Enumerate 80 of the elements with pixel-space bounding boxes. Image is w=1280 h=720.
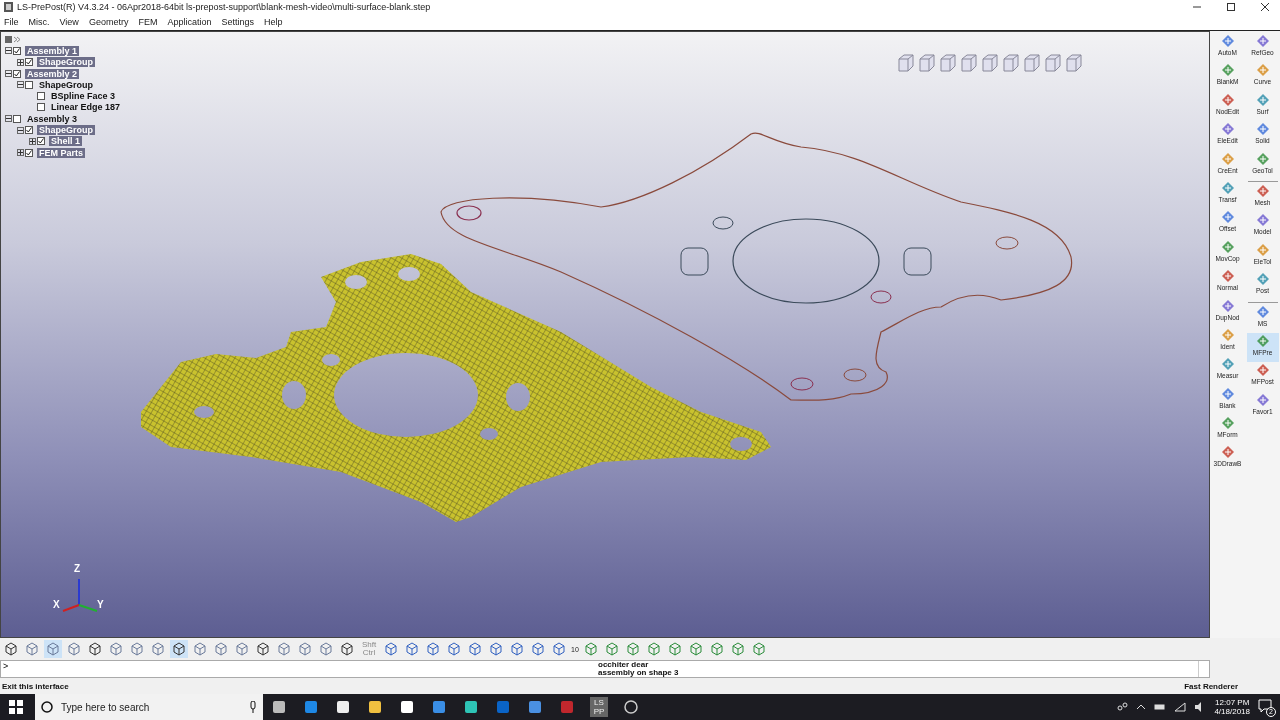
tree-item-label[interactable]: BSpline Face 3: [49, 91, 118, 102]
view-cube-icon[interactable]: [1002, 54, 1020, 72]
view-cube-icon[interactable]: [897, 54, 915, 72]
menu-item[interactable]: Settings: [221, 17, 254, 27]
toolbar-button[interactable]: [466, 640, 484, 658]
tree-checkbox[interactable]: [37, 103, 45, 112]
tree-item-label[interactable]: Shell 1: [49, 136, 82, 147]
menu-item[interactable]: View: [59, 17, 79, 27]
collapse-toggle[interactable]: [5, 70, 12, 78]
search-icon: [41, 701, 53, 713]
tree-item-label[interactable]: Assembly 3: [25, 113, 80, 124]
status-message: Exit this interface: [2, 681, 69, 691]
tree-item-label[interactable]: Assembly 1: [25, 45, 80, 56]
toolbar-button[interactable]: [382, 640, 400, 658]
tree-checkbox[interactable]: [13, 69, 21, 78]
menu-item[interactable]: Application: [167, 17, 212, 27]
toolbar-button[interactable]: [254, 640, 272, 658]
axis-label: X: [53, 599, 60, 610]
menu-item[interactable]: FEM: [138, 17, 158, 27]
toolbar-button[interactable]: [487, 640, 505, 658]
menu-item[interactable]: Geometry: [88, 17, 129, 27]
view-cube-icon[interactable]: [1044, 54, 1062, 72]
toolbar-button[interactable]: [170, 640, 188, 658]
toolbar-button[interactable]: [86, 640, 104, 658]
toolbar-button[interactable]: [424, 640, 442, 658]
tree-item-label[interactable]: ShapeGroup: [37, 125, 95, 135]
tree-checkbox[interactable]: [37, 137, 45, 146]
expand-toggle[interactable]: [17, 58, 24, 66]
toolbar-button[interactable]: [508, 640, 526, 658]
menu-item[interactable]: Misc.: [28, 17, 50, 27]
menu-item[interactable]: File: [4, 17, 19, 27]
axis-label: Y: [97, 599, 104, 610]
collapse-toggle[interactable]: [17, 126, 24, 134]
clock[interactable]: 12:07 PM 4/18/2018: [1214, 698, 1250, 716]
microphone-icon[interactable]: [249, 701, 257, 713]
app-icon: [4, 2, 13, 12]
search-field[interactable]: Type here to search: [35, 694, 263, 720]
window-title: LS-PrePost(R) V4.3.24 - 06Apr2018-64bit ls-prepost-support\blank-mesh-video\multi-surface-blank.step: [17, 2, 432, 12]
toolbar-button[interactable]: [550, 640, 568, 658]
windows-icon: [9, 700, 23, 714]
chevron-up-icon[interactable]: [1136, 703, 1147, 711]
view-cube-icon[interactable]: [918, 54, 936, 72]
toolbar-button[interactable]: [529, 640, 547, 658]
tree-item-label[interactable]: Linear Edge 187: [49, 102, 123, 113]
view-cube-icon[interactable]: [939, 54, 957, 72]
tree-checkbox[interactable]: [13, 114, 21, 123]
expand-toggle[interactable]: [17, 149, 24, 157]
tree-item-label[interactable]: Assembly 2: [25, 68, 80, 79]
panel-icon[interactable]: [5, 36, 12, 44]
battery-icon[interactable]: [1154, 703, 1167, 711]
tree-checkbox[interactable]: [13, 46, 21, 55]
tree-item-label[interactable]: FEM Parts: [37, 147, 85, 158]
tree-item-label[interactable]: ShapeGroup: [37, 79, 95, 90]
tree-checkbox[interactable]: [25, 80, 33, 89]
close-icon: [1261, 3, 1269, 11]
toolbar-button[interactable]: [403, 640, 421, 658]
collapse-toggle[interactable]: [5, 115, 12, 123]
collapse-toggle[interactable]: [17, 81, 24, 89]
taskbar-app-button[interactable]: LS PP: [583, 694, 615, 720]
tree-checkbox[interactable]: [25, 148, 33, 157]
expand-toggle[interactable]: [29, 137, 36, 145]
toolbar-button[interactable]: [445, 640, 463, 658]
view-cube-icon[interactable]: [1065, 54, 1083, 72]
expand-chevron-icon[interactable]: [13, 36, 21, 44]
renderer-status: Fast Renderer: [1184, 681, 1238, 691]
minimize-icon: [1193, 3, 1201, 11]
maximize-icon: [1227, 3, 1235, 11]
collapse-toggle[interactable]: [5, 47, 12, 55]
view-cube-icon[interactable]: [960, 54, 978, 72]
tree-item-label[interactable]: ShapeGroup: [37, 57, 95, 68]
tree-checkbox[interactable]: [37, 92, 45, 101]
axis-label: Z: [74, 563, 81, 574]
tree-checkbox[interactable]: [25, 126, 33, 134]
view-cube-icon[interactable]: [981, 54, 999, 72]
menu-item[interactable]: Help: [263, 17, 283, 27]
toolbar-button[interactable]: [2, 640, 20, 658]
view-cube-icon[interactable]: [1023, 54, 1041, 72]
toolbar-button[interactable]: [338, 640, 356, 658]
tree-checkbox[interactable]: [25, 58, 33, 67]
modifier-label: Shft Ctrl: [360, 641, 378, 657]
